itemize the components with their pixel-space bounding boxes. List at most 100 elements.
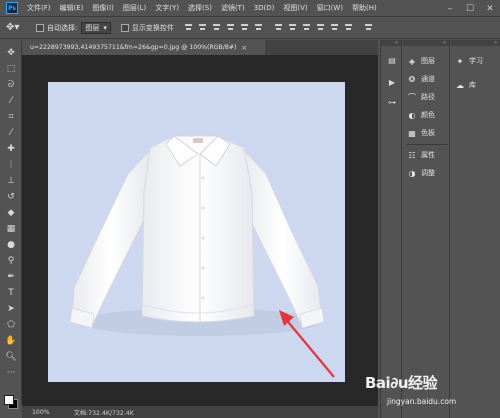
gradient-icon[interactable]: ▦ — [4, 222, 18, 236]
distribute-hcenter-icon[interactable] — [330, 23, 339, 32]
close-window-icon[interactable]: ✕ — [480, 0, 500, 17]
align-top-icon[interactable] — [184, 23, 193, 32]
distribute-vcenter-icon[interactable] — [288, 23, 297, 32]
align-vcenter-icon[interactable] — [198, 23, 207, 32]
channels-icon: ❂ — [408, 74, 416, 84]
panel-properties-label: 属性 — [421, 151, 435, 159]
brush-icon[interactable]: ᛁ — [4, 158, 18, 172]
panel-channels[interactable]: ❂ 通道 — [407, 72, 435, 86]
align-hcenter-icon[interactable] — [240, 23, 249, 32]
document-size[interactable]: 文档:732.4K/732.4K — [74, 408, 134, 417]
panel-swatches-label: 色板 — [421, 129, 435, 137]
panel-layers[interactable]: ◈ 图层 — [407, 54, 435, 68]
status-bar: 100% 文档:732.4K/732.4K — [22, 406, 378, 418]
stamp-icon[interactable]: ⊥ — [4, 174, 18, 188]
close-tab-icon[interactable]: × — [241, 44, 247, 52]
hand-icon[interactable]: ✋ — [4, 334, 18, 348]
chevron-down-icon: ▾ — [103, 23, 107, 32]
move-tool-preset-icon[interactable]: ✥▾ — [6, 22, 28, 33]
distribute-bottom-icon[interactable] — [302, 23, 311, 32]
align-bottom-icon[interactable] — [212, 23, 221, 32]
distribute-top-icon[interactable] — [274, 23, 283, 32]
align-left-icon[interactable] — [226, 23, 235, 32]
show-transform-checkbox[interactable] — [120, 23, 129, 32]
eyedropper-icon[interactable]: ⁄ — [4, 126, 18, 140]
menu-edit[interactable]: 编辑(E) — [60, 3, 84, 13]
healing-icon[interactable]: ✚ — [4, 142, 18, 156]
pen-icon[interactable]: ✒ — [4, 270, 18, 284]
panel-adjustments-label: 调整 — [421, 169, 435, 177]
distribute-right-icon[interactable] — [344, 23, 353, 32]
move-icon[interactable]: ✥ — [4, 46, 18, 60]
zoom-level[interactable]: 100% — [32, 409, 50, 416]
properties-icon: ☷ — [408, 150, 416, 160]
history-brush-icon[interactable]: ↺ — [4, 190, 18, 204]
panel-dock-1: » ◈ 图层 ❂ 通道 ⌒ 路径 ◐ 颜色 ▦ 色板 ☷ 属性 ◑ 调整 — [403, 40, 450, 418]
watermark-logo: Bai∂u经验 — [365, 374, 438, 392]
auto-select-label: 自动选择: — [47, 23, 78, 32]
auto-select-checkbox[interactable] — [36, 23, 44, 32]
collapse-bar[interactable]: » — [403, 40, 449, 46]
properties-mini-icon[interactable]: ⊶ — [386, 96, 398, 108]
panel-color[interactable]: ◐ 颜色 — [407, 108, 436, 122]
panel-divider — [406, 144, 448, 145]
menu-type[interactable]: 文字(Y) — [155, 3, 179, 13]
menu-help[interactable]: 帮助(H) — [352, 3, 377, 13]
baidu-jingyan-watermark: Bai∂u经验 jingyan.baidu.com — [365, 372, 497, 418]
history-panel-icon[interactable]: ▤ — [386, 54, 398, 66]
auto-select-value: 图层 — [85, 23, 100, 32]
marquee-icon[interactable]: ⬚ — [4, 62, 18, 76]
paths-icon: ⌒ — [408, 92, 416, 102]
collapse-bar[interactable]: » — [381, 40, 401, 46]
menu-select[interactable]: 选择(S) — [188, 3, 212, 13]
panel-dock-2: » ✦ 学习 ☁ 库 — [451, 40, 500, 418]
collapse-bar[interactable]: » — [451, 40, 500, 46]
menu-window[interactable]: 窗口(W) — [317, 3, 343, 13]
foreground-color-swatch[interactable] — [4, 395, 14, 405]
canvas-workspace[interactable] — [22, 55, 378, 406]
eraser-icon[interactable]: ◆ — [4, 206, 18, 220]
lasso-icon[interactable]: ᘐ — [4, 78, 18, 92]
magic-wand-icon[interactable]: ⁄ — [4, 94, 18, 108]
cloud-libraries-icon: ☁ — [456, 80, 464, 90]
zoom-icon[interactable]: 🔍︎ — [4, 350, 18, 364]
panel-libraries-label: 库 — [469, 81, 476, 89]
watermark-url: jingyan.baidu.com — [387, 397, 457, 406]
distribute-left-icon[interactable] — [316, 23, 325, 32]
panel-learn[interactable]: ✦ 学习 — [455, 54, 483, 68]
panel-paths[interactable]: ⌒ 路径 — [407, 90, 435, 104]
document-tab[interactable]: u=2228973993,4149375711&fm=26&gp=0.jpg @… — [22, 40, 265, 55]
crop-icon[interactable]: ⌗ — [4, 110, 18, 124]
menu-filter[interactable]: 滤镜(T) — [221, 3, 245, 13]
photoshop-window: Ps 文件(F) 编辑(E) 图像(I) 图层(L) 文字(Y) 选择(S) 滤… — [0, 0, 500, 418]
actions-panel-icon[interactable]: ▶ — [386, 76, 398, 88]
panel-libraries[interactable]: ☁ 库 — [455, 78, 476, 92]
minimize-icon[interactable]: – — [440, 0, 460, 17]
more-icon[interactable]: ··· — [4, 366, 18, 380]
menu-layer[interactable]: 图层(L) — [123, 3, 146, 13]
swatches-icon: ▦ — [408, 128, 416, 138]
maximize-icon[interactable]: ☐ — [460, 0, 480, 17]
panel-adjustments[interactable]: ◑ 调整 — [407, 166, 436, 180]
menu-bar: Ps 文件(F) 编辑(E) 图像(I) 图层(L) 文字(Y) 选择(S) 滤… — [0, 0, 500, 17]
auto-align-icon[interactable] — [364, 23, 373, 32]
panel-layers-label: 图层 — [421, 57, 435, 65]
menu-view[interactable]: 视图(V) — [283, 3, 307, 13]
document-tab-title: u=2228973993,4149375711&fm=26&gp=0.jpg @… — [30, 44, 237, 51]
blur-icon[interactable]: ● — [4, 238, 18, 252]
panel-learn-label: 学习 — [469, 57, 483, 65]
type-icon[interactable]: T — [4, 286, 18, 300]
panel-properties[interactable]: ☷ 属性 — [407, 148, 435, 162]
menu-file[interactable]: 文件(F) — [27, 3, 51, 13]
auto-select-dropdown[interactable]: 图层 ▾ — [81, 21, 111, 34]
shape-icon[interactable]: ⬠ — [4, 318, 18, 332]
path-select-icon[interactable]: ➤ — [4, 302, 18, 316]
menu-3d[interactable]: 3D(D) — [254, 4, 275, 12]
menu-image[interactable]: 图像(I) — [92, 3, 114, 13]
options-bar: ✥▾ 自动选择: 图层 ▾ 显示变换控件 — [0, 17, 500, 39]
align-right-icon[interactable] — [254, 23, 263, 32]
document-tab-bar: u=2228973993,4149375711&fm=26&gp=0.jpg @… — [22, 40, 378, 55]
lightbulb-icon: ✦ — [456, 56, 464, 66]
dodge-icon[interactable]: ⚲ — [4, 254, 18, 268]
panel-swatches[interactable]: ▦ 色板 — [407, 126, 435, 140]
